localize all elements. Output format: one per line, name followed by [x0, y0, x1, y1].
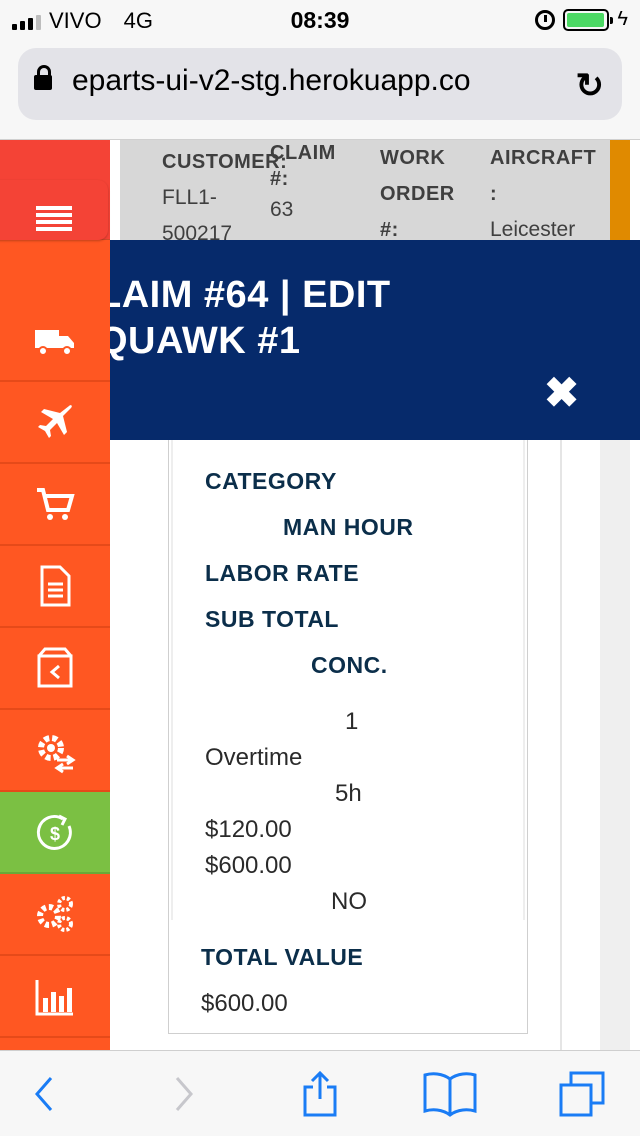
address-bar[interactable]: eparts-ui-v2-stg.herokuapp.co ↻: [18, 48, 622, 120]
conc-value: NO: [331, 888, 367, 915]
alarm-icon: [535, 9, 556, 30]
gears-icon: [37, 896, 73, 932]
customer-column: CUSTOMER: FLL1- 500217: [162, 140, 288, 240]
row-index: 1: [345, 708, 359, 735]
sidebar: $: [0, 140, 110, 1050]
forward-button[interactable]: [154, 1069, 214, 1119]
share-icon: [303, 1070, 337, 1117]
status-right: ϟ: [535, 8, 628, 31]
labor-rate-value: $120.00: [205, 816, 292, 843]
sidebar-item-returns[interactable]: [0, 628, 110, 710]
sidebar-item-refunds[interactable]: $: [0, 792, 110, 874]
man-hour-header: MAN HOUR: [283, 514, 414, 540]
return-box-icon: [37, 647, 73, 688]
charging-icon: ϟ: [617, 8, 628, 30]
sidebar-item-settings[interactable]: [0, 874, 110, 956]
claim-column: CLAIM #: 63: [270, 140, 350, 228]
scroll-track: [600, 440, 630, 1136]
labor-table: CATEGORY MAN HOUR LABOR RATE SUB TOTAL C…: [171, 440, 525, 920]
customer-value-2: 500217: [162, 222, 233, 240]
status-stripe: [610, 140, 630, 240]
bookmarks-button[interactable]: [420, 1069, 480, 1119]
browser-address-area: eparts-ui-v2-stg.herokuapp.co ↻: [0, 40, 640, 140]
chevron-right-icon: [175, 1077, 193, 1111]
share-button[interactable]: [290, 1069, 350, 1119]
claim-header: CLAIM #:: [270, 142, 336, 190]
airplane-icon: [38, 405, 72, 438]
work-order-column: WORK ORDER #:: [380, 140, 470, 240]
modal-title-line-1: LAIM #64 | EDIT: [110, 274, 391, 316]
book-icon: [423, 1072, 477, 1117]
aircraft-column: AIRCRAFT : Leicester: [490, 140, 610, 240]
work-order-header: WORK ORDER #:: [380, 147, 455, 240]
reload-icon[interactable]: ↻: [576, 66, 605, 106]
money-refresh-icon: $: [36, 814, 72, 850]
modal-header: LAIM #64 | EDIT QUAWK #1 ✖: [110, 240, 640, 440]
man-hour-value: 5h: [335, 780, 362, 807]
sidebar-item-shipping[interactable]: [0, 300, 110, 382]
conc-header: CONC.: [311, 652, 388, 678]
labor-rate-header: LABOR RATE: [205, 560, 360, 586]
chevron-left-icon: [35, 1077, 53, 1111]
sub-total-value: $600.00: [205, 852, 292, 879]
modal-title-line-2: QUAWK #1: [110, 320, 301, 362]
lock-icon: [34, 65, 52, 90]
category-value: Overtime: [205, 744, 303, 771]
divider: [560, 440, 562, 1136]
browser-toolbar: [0, 1050, 640, 1136]
aircraft-value: Leicester: [490, 218, 576, 240]
tabs-icon: [559, 1071, 605, 1117]
url-text[interactable]: eparts-ui-v2-stg.herokuapp.co: [72, 64, 562, 98]
sidebar-item-exchange[interactable]: [0, 710, 110, 792]
labor-detail-card: CATEGORY MAN HOUR LABOR RATE SUB TOTAL C…: [168, 440, 528, 1034]
hamburger-icon[interactable]: [36, 206, 72, 232]
tabs-button[interactable]: [552, 1069, 612, 1119]
battery-icon: [563, 8, 614, 31]
sidebar-item-cart[interactable]: [0, 464, 110, 546]
bar-chart-icon: [35, 980, 73, 1016]
document-icon: [40, 565, 71, 607]
close-icon[interactable]: ✖: [544, 368, 579, 417]
total-value-label: TOTAL VALUE: [201, 944, 364, 970]
sidebar-item-aircraft[interactable]: [0, 382, 110, 464]
sidebar-item-reports[interactable]: [0, 956, 110, 1038]
customer-value-1: FLL1-: [162, 186, 217, 209]
sidebar-header: [0, 140, 110, 240]
back-button[interactable]: [14, 1069, 74, 1119]
gear-exchange-icon: [38, 735, 76, 774]
truck-icon: [35, 330, 74, 356]
modal-title: LAIM #64 | EDIT QUAWK #1: [110, 272, 638, 364]
status-bar: VIVO 4G 08:39 ϟ: [0, 0, 640, 40]
claim-value: 63: [270, 198, 294, 221]
sidebar-item-documents[interactable]: [0, 546, 110, 628]
category-header: CATEGORY: [205, 468, 337, 494]
total-value: $600.00: [201, 990, 288, 1017]
customer-header: CUSTOMER:: [162, 151, 288, 173]
sub-total-header: SUB TOTAL: [205, 606, 339, 632]
claim-info-header: CUSTOMER: FLL1- 500217 CLAIM #: 63 WORK …: [120, 140, 620, 240]
aircraft-header: AIRCRAFT :: [490, 147, 597, 205]
svg-text:$: $: [50, 824, 60, 844]
cart-icon: [37, 488, 75, 520]
